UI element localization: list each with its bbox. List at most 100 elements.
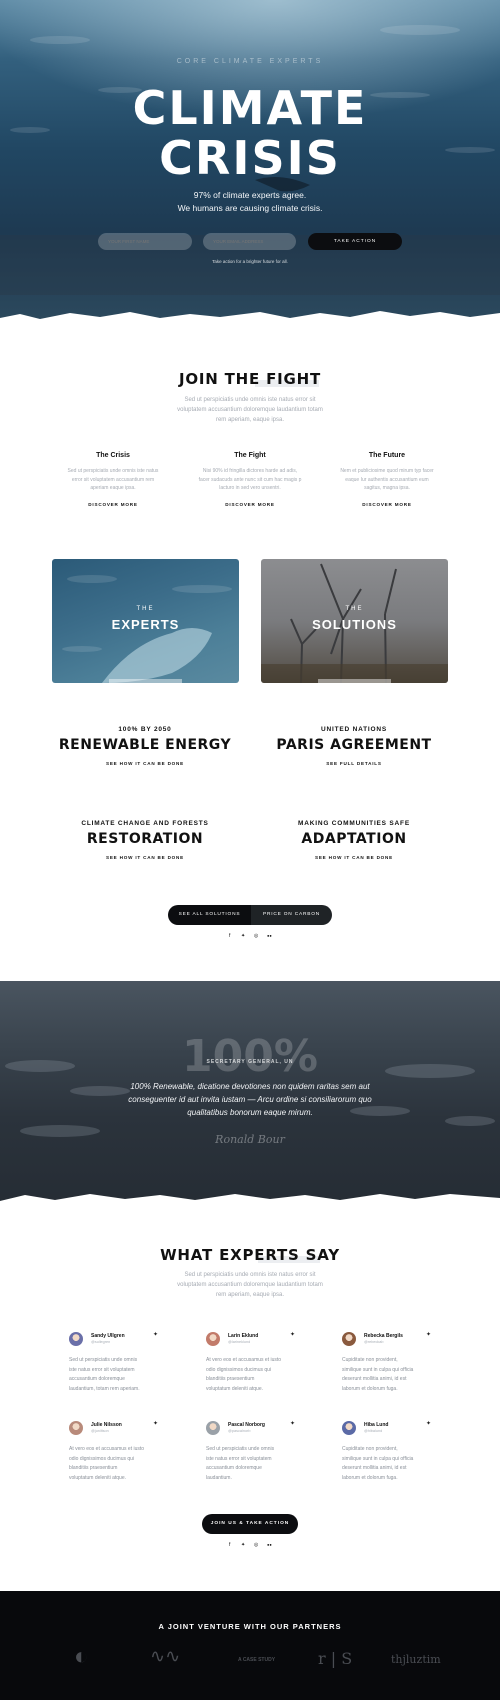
expert-handle: @pascalnorb bbox=[228, 1429, 251, 1433]
experts-title: WHAT EXPERTS SAY bbox=[160, 1246, 340, 1264]
solution-link[interactable]: SEE HOW IT CAN BE DONE bbox=[254, 855, 454, 860]
twitter-icon[interactable]: ✦ bbox=[290, 1331, 295, 1338]
solution-renewable: 100% BY 2050 RENEWABLE ENERGY SEE HOW IT… bbox=[45, 726, 245, 766]
solution-kicker: UNITED NATIONS bbox=[321, 726, 387, 733]
twitter-icon[interactable]: ✦ bbox=[241, 1542, 245, 1548]
expert-handle: @hibalund bbox=[364, 1429, 383, 1433]
column-title: The Fight bbox=[234, 452, 266, 459]
solution-link[interactable]: SEE HOW IT CAN BE DONE bbox=[45, 761, 245, 766]
twitter-icon[interactable]: ✦ bbox=[153, 1331, 158, 1338]
partner-logo-2[interactable]: ∿∿ bbox=[150, 1646, 180, 1667]
column-text: Nem et publiciosime quod mirum typ facer… bbox=[340, 468, 434, 491]
hero-note: Take action for a brighter future for al… bbox=[212, 259, 288, 264]
card-title: EXPERTS bbox=[111, 617, 180, 632]
expert-quote: Sed ut perspiciatis unde omnis iste natus… bbox=[206, 1446, 275, 1481]
avatar bbox=[342, 1421, 356, 1435]
hero-subtitle-line2: We humans are causing climate crisis. bbox=[177, 203, 323, 213]
expert-quote: At vero eos et accusamus et iusto odio di… bbox=[69, 1446, 145, 1481]
quote-attribution: SECRETARY GENERAL, UN bbox=[206, 1059, 294, 1065]
take-action-button[interactable]: TAKE ACTION bbox=[308, 233, 402, 250]
twitter-icon[interactable]: ✦ bbox=[426, 1420, 431, 1427]
join-title: JOIN THE FIGHT bbox=[178, 370, 322, 388]
expert-quote: Cupiditate non provident, similique sunt … bbox=[342, 1446, 414, 1481]
expert-quote: At vero eos et accusamus et iusto odio di… bbox=[206, 1357, 282, 1392]
hero-kicker: CORE CLIMATE EXPERTS bbox=[176, 58, 324, 65]
experts-card[interactable]: THE EXPERTS bbox=[52, 559, 239, 683]
hero-section: CORE CLIMATE EXPERTS CLIMATE CRISIS 97% … bbox=[0, 0, 500, 330]
email-input[interactable] bbox=[203, 233, 296, 250]
avatar bbox=[342, 1332, 356, 1346]
solution-title: RESTORATION bbox=[86, 831, 204, 847]
solution-link[interactable]: SEE FULL DETAILS bbox=[254, 761, 454, 766]
quote-text: 100% Renewable, dicatione devotiones non… bbox=[128, 1082, 372, 1117]
column-crisis: The Crisis Sed ut perspiciatis unde omni… bbox=[52, 452, 174, 507]
solution-title: PARIS AGREEMENT bbox=[276, 737, 432, 753]
partner-logo-1[interactable]: ◐ bbox=[74, 1643, 89, 1671]
expert-quote: Cupiditate non provident, similique sunt … bbox=[342, 1357, 414, 1392]
flickr-icon[interactable]: ●● bbox=[267, 933, 272, 938]
avatar bbox=[69, 1332, 83, 1346]
card-kicker: THE bbox=[345, 606, 364, 612]
solution-kicker: MAKING COMMUNITIES SAFE bbox=[298, 820, 410, 827]
flickr-icon[interactable]: ●● bbox=[267, 1542, 272, 1547]
expert-name: Julie Nilsson bbox=[91, 1422, 122, 1428]
solutions-section: 100% BY 2050 RENEWABLE ENERGY SEE HOW IT… bbox=[0, 720, 500, 980]
expert-name: Larin Eklund bbox=[228, 1333, 259, 1339]
join-section: JOIN THE FIGHT Sed ut perspiciatis unde … bbox=[0, 360, 500, 530]
twitter-icon[interactable]: ✦ bbox=[426, 1331, 431, 1338]
facebook-icon[interactable]: f bbox=[229, 1542, 230, 1548]
twitter-icon[interactable]: ✦ bbox=[290, 1420, 295, 1427]
partners-title: A JOINT VENTURE WITH OUR PARTNERS bbox=[158, 1622, 342, 1631]
price-on-carbon-button[interactable]: PRICE ON CARBON bbox=[251, 905, 332, 925]
card-bar bbox=[318, 679, 391, 683]
expert-name: Rebecka Bergils bbox=[364, 1333, 403, 1339]
solution-adaptation: MAKING COMMUNITIES SAFE ADAPTATION SEE H… bbox=[254, 820, 454, 860]
expert-name: Hiba Lund bbox=[364, 1422, 389, 1428]
hero-subtitle-line1: 97% of climate experts agree. bbox=[193, 190, 307, 200]
card-bar bbox=[109, 679, 182, 683]
hero-title-line2: CRISIS bbox=[159, 131, 341, 185]
expert-name: Pascal Norborg bbox=[228, 1422, 265, 1428]
avatar bbox=[206, 1421, 220, 1435]
partners-section: A JOINT VENTURE WITH OUR PARTNERS ◐ ∿∿ A… bbox=[0, 1591, 500, 1700]
quote-signature: Ronald Bour bbox=[215, 1133, 285, 1146]
solution-title: ADAPTATION bbox=[301, 831, 407, 847]
expert-name: Sandy Ullgren bbox=[91, 1333, 125, 1339]
hero-title-line1: CLIMATE bbox=[132, 81, 368, 135]
solutions-card[interactable]: THE SOLUTIONS bbox=[261, 559, 448, 683]
partner-logo-4[interactable]: r | S bbox=[318, 1649, 352, 1668]
partner-logo-3[interactable]: A CASE STUDY bbox=[238, 1657, 275, 1663]
avatar bbox=[69, 1421, 83, 1435]
discover-more-link[interactable]: DISCOVER MORE bbox=[52, 502, 174, 507]
discover-more-link[interactable]: DISCOVER MORE bbox=[326, 502, 448, 507]
join-text: Sed ut perspiciatis unde omnis iste natu… bbox=[177, 397, 323, 423]
solution-link[interactable]: SEE HOW IT CAN BE DONE bbox=[45, 855, 245, 860]
expert-handle: @rebeckab bbox=[364, 1340, 384, 1344]
solution-title: RENEWABLE ENERGY bbox=[58, 737, 232, 753]
facebook-icon[interactable]: f bbox=[229, 933, 230, 939]
solution-kicker: CLIMATE CHANGE AND FORESTS bbox=[81, 820, 209, 827]
column-title: The Future bbox=[368, 452, 406, 459]
experts-text: Sed ut perspiciatis unde omnis iste natu… bbox=[177, 1272, 323, 1298]
join-us-button[interactable]: JOIN US & TAKE ACTION bbox=[202, 1514, 298, 1534]
solution-restoration: CLIMATE CHANGE AND FORESTS RESTORATION S… bbox=[45, 820, 245, 860]
card-kicker: THE bbox=[136, 606, 155, 612]
discover-more-link[interactable]: DISCOVER MORE bbox=[189, 502, 311, 507]
column-fight: The Fight Nisi 90% id fringilla dictores… bbox=[189, 452, 311, 507]
quote-section: 100% SECRETARY GENERAL, UN 100% Renewabl… bbox=[0, 981, 500, 1209]
instagram-icon[interactable]: ◎ bbox=[254, 933, 258, 939]
card-title: SOLUTIONS bbox=[312, 617, 397, 632]
solution-kicker: 100% BY 2050 bbox=[118, 726, 172, 733]
twitter-icon[interactable]: ✦ bbox=[153, 1420, 158, 1427]
twitter-icon[interactable]: ✦ bbox=[241, 933, 245, 939]
expert-handle: @larineklund bbox=[228, 1340, 251, 1344]
instagram-icon[interactable]: ◎ bbox=[254, 1542, 258, 1548]
see-all-solutions-button[interactable]: SEE ALL SOLUTIONS bbox=[168, 905, 251, 925]
expert-handle: @juniltson bbox=[91, 1429, 109, 1433]
column-future: The Future Nem et publiciosime quod miru… bbox=[326, 452, 448, 507]
first-name-input[interactable] bbox=[98, 233, 192, 250]
partner-logo-5[interactable]: thjluztim bbox=[391, 1653, 441, 1666]
quote-number: 100% bbox=[182, 1031, 318, 1082]
column-title: The Crisis bbox=[96, 452, 130, 459]
solution-paris: UNITED NATIONS PARIS AGREEMENT SEE FULL … bbox=[254, 726, 454, 766]
